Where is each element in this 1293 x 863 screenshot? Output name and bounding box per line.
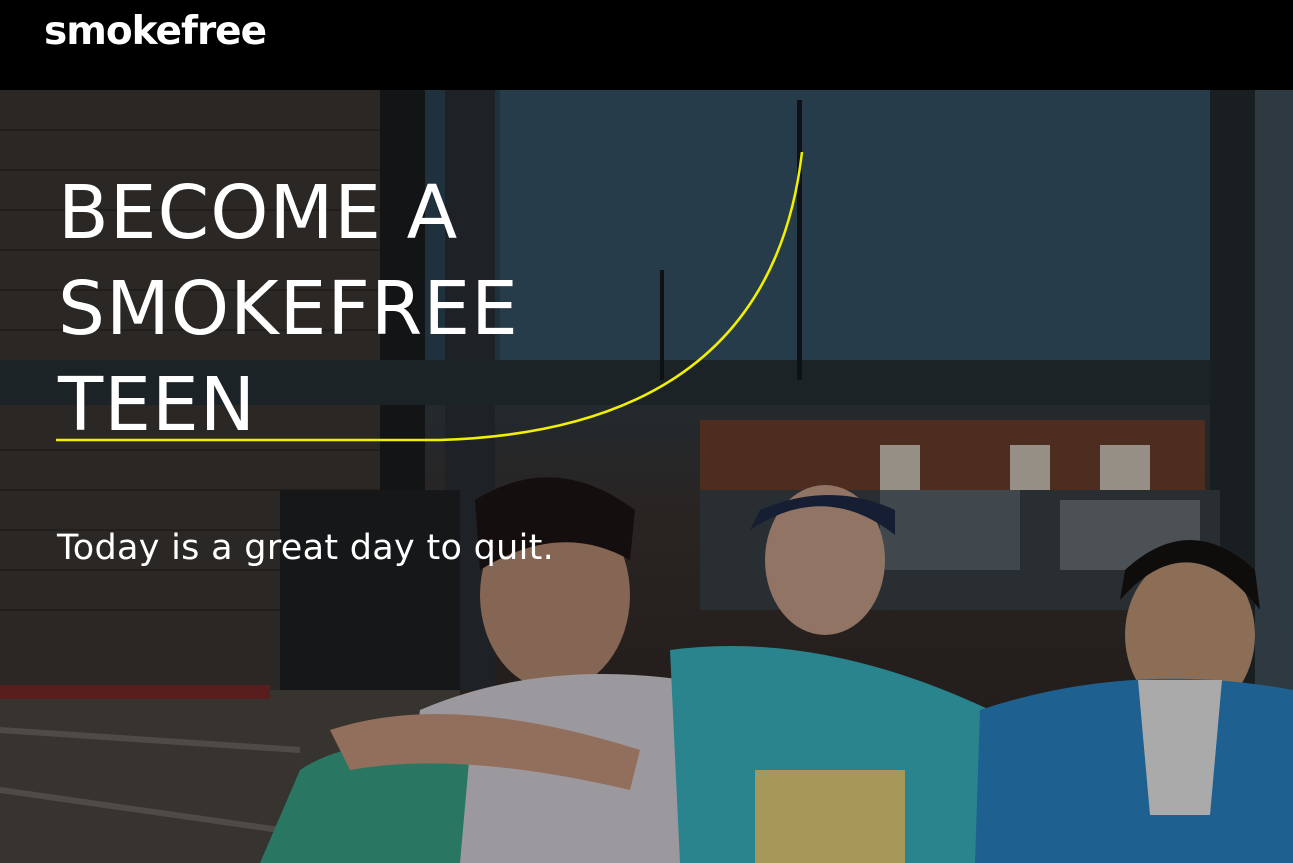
hero-headline: BECOME A SMOKEFREE TEEN xyxy=(58,165,678,453)
headline-line-3: TEEN xyxy=(58,362,257,448)
hero-subtitle: Today is a great day to quit. xyxy=(57,528,555,568)
site-header: smokefree xyxy=(0,0,1293,90)
hero-section: BECOME A SMOKEFREE TEEN Today is a great… xyxy=(0,90,1293,863)
headline-line-1: BECOME A xyxy=(58,170,459,256)
headline-line-2: SMOKEFREE xyxy=(58,266,519,352)
smokefree-logo[interactable]: smokefree xyxy=(44,12,267,51)
